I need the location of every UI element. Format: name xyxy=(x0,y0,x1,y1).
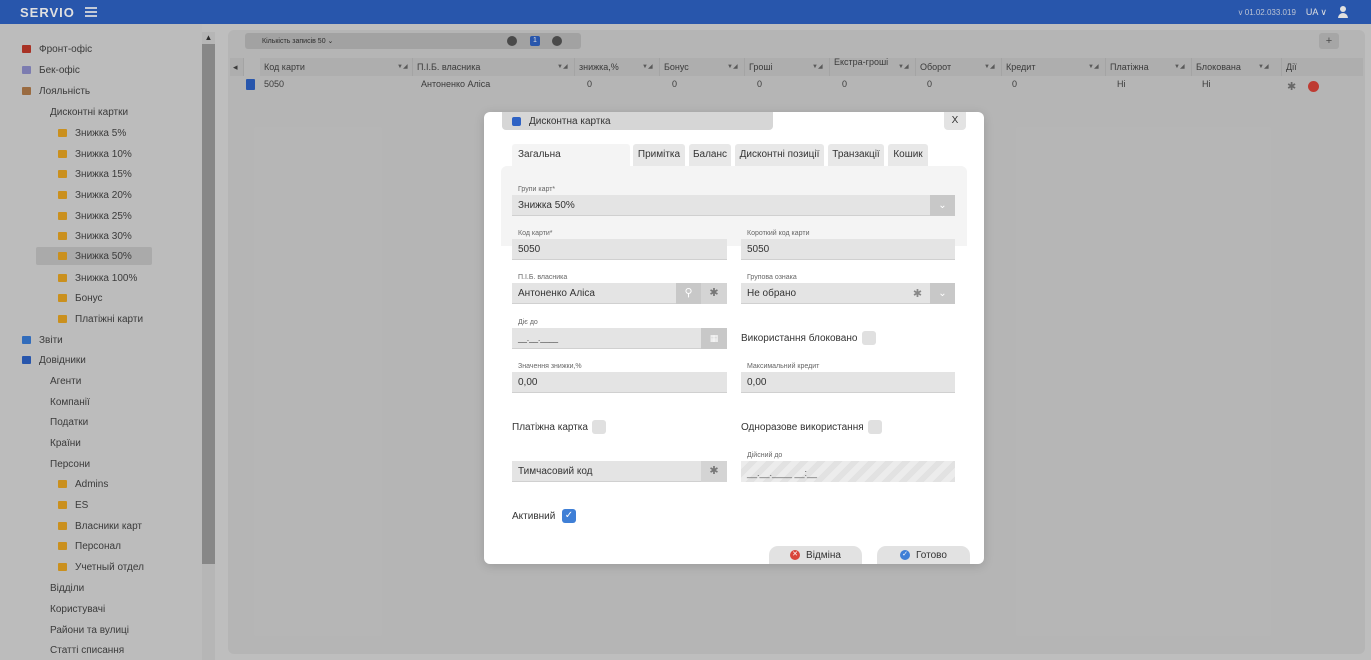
tab-discount-positions[interactable]: Дисконтні позиції xyxy=(735,144,824,166)
ok-button[interactable]: ✓ Готово xyxy=(877,546,970,564)
group-attr-select[interactable]: Не обрано xyxy=(741,283,930,304)
gear-icon[interactable]: ✱ xyxy=(701,461,727,482)
owner-label: П.І.Б. власника xyxy=(518,274,568,281)
card-group-select[interactable]: Знижка 50% xyxy=(512,195,930,216)
usage-blocked-label: Використання блоковано xyxy=(741,333,858,344)
card-group-label: Групи карт* xyxy=(518,186,556,193)
owner-field[interactable]: Антоненко Аліса xyxy=(512,283,676,304)
group-attr-label: Групова ознака xyxy=(747,274,797,281)
payment-card-checkbox[interactable] xyxy=(592,420,606,434)
active-checkbox[interactable]: ✓ xyxy=(562,509,576,523)
short-code-label: Короткий код карти xyxy=(747,230,810,237)
tab-note[interactable]: Примітка xyxy=(633,144,685,166)
valid-until-label: Дійсний до xyxy=(747,452,783,459)
discount-card-dialog: Дисконтна картка X Загальна Примітка Бал… xyxy=(484,112,984,564)
dialog-title: Дисконтна картка xyxy=(529,115,611,127)
card-icon xyxy=(512,116,521,126)
card-code-field[interactable]: 5050 xyxy=(512,239,727,260)
temp-code-field[interactable]: Тимчасовий код xyxy=(512,461,701,482)
chevron-down-icon[interactable]: ⌄ xyxy=(930,283,955,304)
discount-value-field[interactable]: 0,00 xyxy=(512,372,727,393)
active-label: Активний xyxy=(512,511,556,522)
usage-blocked-checkbox[interactable] xyxy=(862,331,876,345)
close-button[interactable]: X xyxy=(944,112,966,130)
gear-icon[interactable]: ✱ xyxy=(701,283,727,304)
tab-transactions[interactable]: Транзакції xyxy=(828,144,884,166)
search-icon[interactable]: ⚲ xyxy=(676,283,701,304)
dialog-title-bar: Дисконтна картка xyxy=(502,112,773,130)
tab-basket[interactable]: Кошик xyxy=(888,144,928,166)
payment-card-label: Платіжна картка xyxy=(512,422,588,433)
cancel-button[interactable]: ✕ Відміна xyxy=(769,546,862,564)
card-code-label: Код карти* xyxy=(518,230,553,237)
tab-balance[interactable]: Баланс xyxy=(689,144,731,166)
short-code-field[interactable]: 5050 xyxy=(741,239,955,260)
valid-to-field[interactable]: __.__.____ xyxy=(512,328,701,349)
tab-general[interactable]: Загальна xyxy=(512,144,630,166)
max-credit-field[interactable]: 0,00 xyxy=(741,372,955,393)
cancel-icon: ✕ xyxy=(790,550,801,560)
valid-to-label: Діє до xyxy=(518,319,538,326)
valid-until-field: __.__.____ __:__ xyxy=(741,461,955,482)
check-icon: ✓ xyxy=(900,550,911,560)
discount-value-label: Значення знижки,% xyxy=(518,363,582,370)
one-time-label: Одноразове використання xyxy=(741,422,864,433)
one-time-checkbox[interactable] xyxy=(868,420,882,434)
gear-icon[interactable]: ✱ xyxy=(907,283,928,304)
calendar-icon[interactable]: ▦ xyxy=(701,328,727,349)
chevron-down-icon[interactable]: ⌄ xyxy=(930,195,955,216)
max-credit-label: Максимальний кредит xyxy=(747,363,820,370)
